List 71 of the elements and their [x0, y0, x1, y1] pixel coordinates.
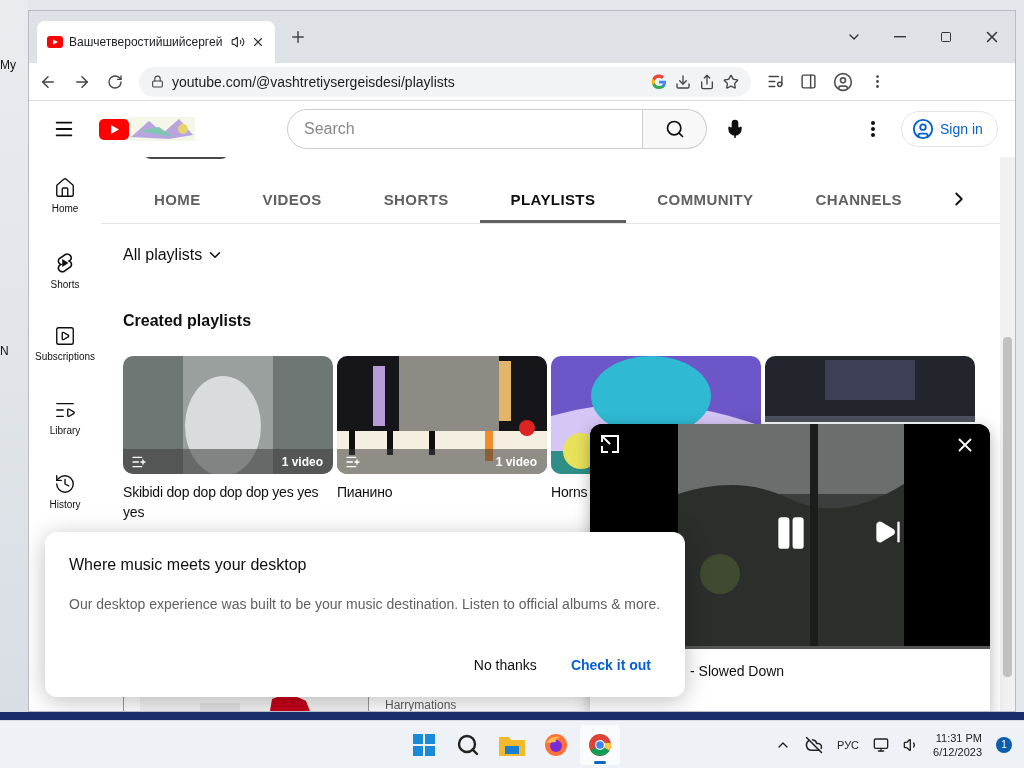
home-icon [54, 177, 76, 199]
channel-tab[interactable]: HOME [123, 175, 232, 223]
notification-badge[interactable]: 1 [996, 736, 1012, 753]
playlist-title[interactable]: Horns [551, 482, 588, 502]
speaker-icon[interactable] [231, 35, 245, 49]
playlist-title[interactable]: Skibidi dop dop dop dop yes yes yes [123, 482, 333, 522]
channel-tab[interactable]: PLAYLISTS [479, 175, 627, 223]
profile-icon[interactable] [833, 71, 853, 92]
share-icon[interactable] [699, 73, 715, 90]
install-icon[interactable] [675, 73, 691, 90]
windows-icon [413, 733, 435, 756]
song-title: - Slowed Down [690, 663, 786, 679]
scrollbar[interactable] [1000, 157, 1015, 711]
playlist-title[interactable]: Пианино [337, 482, 393, 502]
sign-in-button[interactable]: Sign in [901, 111, 998, 147]
channel-tab[interactable]: COMMUNITY [626, 175, 785, 223]
sidebar-item[interactable]: Home [29, 157, 101, 231]
sidebar-item[interactable]: Shorts [29, 231, 101, 305]
channel-tab[interactable]: CHANNELS [784, 175, 933, 223]
browser-tab[interactable]: Вашчетверостийшийсергей [37, 21, 275, 63]
dismiss-button[interactable]: No thanks [463, 651, 547, 679]
desktop-icon-label[interactable]: My [0, 58, 28, 72]
firefox-icon [544, 732, 568, 757]
sidebar-item[interactable]: Subscriptions [29, 305, 101, 379]
tab-title: Вашчетверостийшийсергей [69, 35, 224, 49]
search-icon [664, 119, 685, 139]
sidebar-label: Home [51, 203, 79, 214]
url-text: youtube.com/@vashtretiysergeisdesi/playlists [172, 73, 456, 90]
media-control-icon[interactable] [767, 73, 784, 90]
cloud-icon[interactable] [805, 735, 824, 754]
dialog-text: Our desktop experience was built to be your music destination. Listen to official albums & more. [69, 596, 661, 612]
sidebar-label: Subscriptions [35, 351, 95, 362]
desktop-icon-label[interactable]: N [0, 344, 28, 358]
google-icon[interactable] [651, 73, 667, 90]
video-count: 1 video [281, 454, 323, 469]
language-indicator[interactable]: РУС [837, 738, 860, 751]
logo-icon[interactable] [99, 118, 129, 140]
account-icon [912, 118, 934, 140]
channel-tab[interactable]: VIDEOS [231, 175, 353, 223]
sort-dropdown[interactable]: All playlists [123, 246, 225, 264]
more-icon [871, 121, 875, 137]
sidebar-item[interactable]: Library [29, 379, 101, 453]
search-button[interactable] [643, 109, 707, 149]
clock-date[interactable]: 6/12/2023 [933, 745, 982, 758]
dialog-title: Where music meets your desktop [69, 556, 308, 574]
clock-time[interactable]: 11:31 PM [935, 731, 982, 744]
video-count: 1 video [495, 454, 537, 469]
search-icon [456, 732, 480, 757]
sidebar-label: History [49, 499, 81, 510]
lock-icon [151, 75, 164, 88]
side-panel-icon[interactable] [800, 73, 817, 90]
history-icon [54, 473, 76, 495]
sidebar-label: Library [49, 425, 81, 436]
channel-name[interactable]: Harrymations [385, 698, 457, 711]
subscriptions-icon [54, 325, 76, 347]
channel-tab[interactable]: SHORTS [352, 175, 480, 223]
section-title: Created playlists [123, 311, 253, 331]
bookmark-star-icon[interactable] [723, 73, 739, 90]
check-it-out-button[interactable]: Check it out [560, 651, 661, 679]
microphone-icon [725, 119, 745, 139]
chrome-icon [588, 732, 612, 757]
maximize-icon [940, 31, 952, 43]
network-icon[interactable] [873, 736, 890, 753]
favicon-icon [47, 36, 63, 48]
sidebar-item[interactable]: History [29, 453, 101, 527]
new-tab-icon[interactable] [289, 28, 307, 46]
close-icon[interactable] [251, 35, 265, 49]
minimize-icon [894, 36, 906, 38]
sidebar-label: Shorts [50, 279, 80, 290]
reload-icon[interactable] [107, 73, 123, 90]
address-bar[interactable]: youtube.com/@vashtretiysergeisdesi/playlists [139, 66, 751, 97]
